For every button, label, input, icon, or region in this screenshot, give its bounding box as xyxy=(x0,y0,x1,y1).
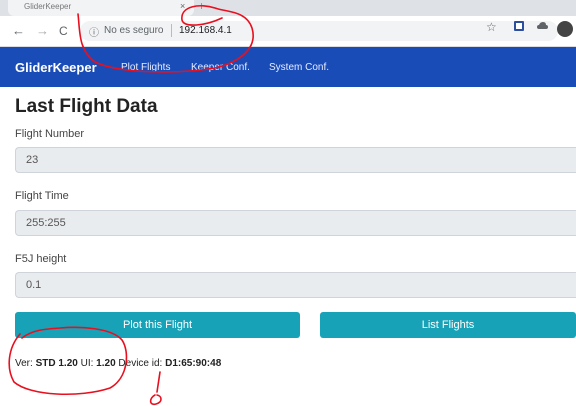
forward-arrow-icon[interactable]: → xyxy=(36,23,49,39)
list-flights-button[interactable]: List Flights xyxy=(320,312,576,338)
star-icon[interactable]: ☆ xyxy=(486,20,497,34)
device-id-label: Device id: xyxy=(118,358,163,369)
ui-label: UI: xyxy=(80,358,94,369)
version-label: Ver: xyxy=(15,358,33,369)
flight-time-field[interactable]: 255:255 xyxy=(15,210,576,236)
new-tab-icon[interactable]: + xyxy=(198,0,205,13)
pointer-line-annotation xyxy=(156,371,161,393)
pointer-loop-annotation xyxy=(149,394,162,406)
brand-logo[interactable]: GliderKeeper xyxy=(15,60,97,75)
address-separator xyxy=(171,24,172,37)
security-status: No es seguro xyxy=(104,25,164,36)
flight-number-field[interactable]: 23 xyxy=(15,147,576,173)
version-value: STD 1.20 xyxy=(35,358,78,369)
f5j-height-label: F5J height xyxy=(15,253,67,265)
flight-time-label: Flight Time xyxy=(15,190,69,202)
browser-toolbar: ← → C ⓘ No es seguro 192.168.4.1 ☆ xyxy=(0,16,576,47)
app-navbar: GliderKeeper Plot Flights Keeper Conf. S… xyxy=(0,47,576,87)
device-id-value: D1:65:90:48 xyxy=(165,358,222,369)
tab-title: GliderKeeper xyxy=(24,2,72,11)
browser-tab-strip: GliderKeeper × + xyxy=(0,0,576,16)
page-title: Last Flight Data xyxy=(15,96,158,117)
version-footer: Ver: STD 1.20 UI: 1.20 Device id: D1:65:… xyxy=(15,358,221,369)
url-text[interactable]: 192.168.4.1 xyxy=(179,25,232,36)
cloud-extension-icon[interactable] xyxy=(537,21,548,34)
plot-flight-button[interactable]: Plot this Flight xyxy=(15,312,300,338)
profile-avatar-icon[interactable] xyxy=(557,21,573,40)
f5j-height-field[interactable]: 0.1 xyxy=(15,272,576,298)
nav-link-system-conf[interactable]: System Conf. xyxy=(269,62,329,73)
extension-icon[interactable] xyxy=(514,21,524,34)
reload-icon[interactable]: C xyxy=(59,23,68,39)
ui-version-value: 1.20 xyxy=(96,358,116,369)
back-arrow-icon[interactable]: ← xyxy=(12,23,25,39)
info-icon[interactable]: ⓘ xyxy=(89,24,99,39)
browser-tab[interactable]: GliderKeeper × xyxy=(8,0,194,16)
nav-link-keeper-conf[interactable]: Keeper Conf. xyxy=(191,62,250,73)
close-icon[interactable]: × xyxy=(180,1,185,11)
flight-number-label: Flight Number xyxy=(15,128,85,140)
nav-link-plot-flights[interactable]: Plot Flights xyxy=(121,62,170,73)
